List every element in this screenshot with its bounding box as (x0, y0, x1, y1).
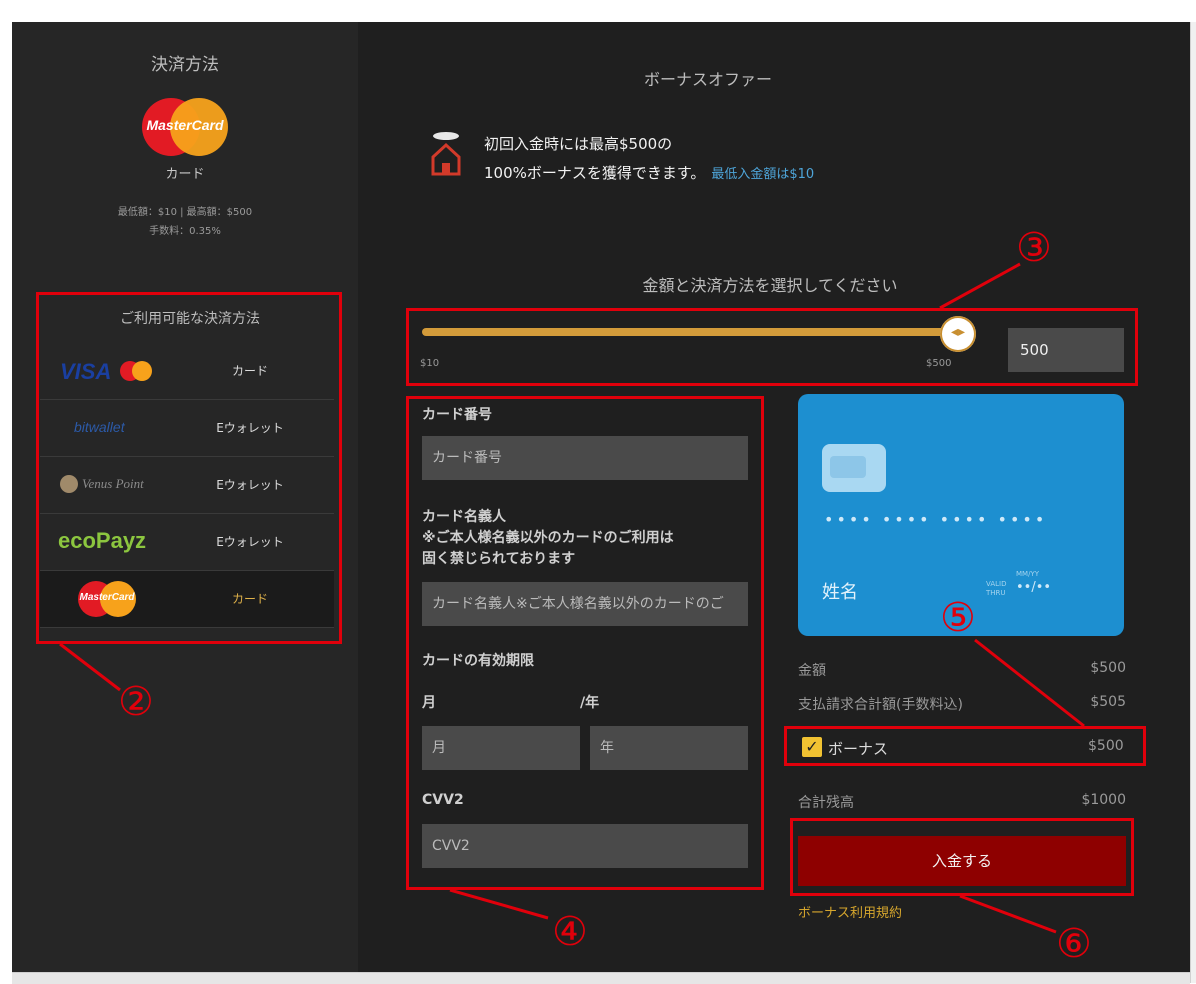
annotation-6: ⑥ (1056, 921, 1092, 967)
annotation-4: ④ (552, 909, 588, 955)
annotation-3: ③ (1016, 225, 1052, 271)
annotation-2: ② (118, 679, 154, 725)
annotation-5: ⑤ (940, 595, 976, 641)
annotation-connectors (59, 262, 1085, 934)
